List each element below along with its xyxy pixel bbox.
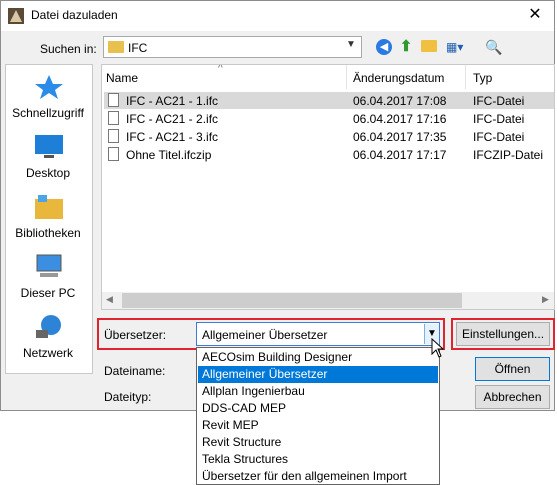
translator-option[interactable]: Allplan Ingenierbau bbox=[198, 383, 438, 400]
file-icon bbox=[108, 111, 119, 125]
file-type: IFC-Datei bbox=[473, 94, 525, 108]
translator-option[interactable]: Tekla Structures bbox=[198, 451, 438, 468]
table-row[interactable]: IFC - AC21 - 2.ifc 06.04.2017 17:16 IFC-… bbox=[104, 110, 554, 127]
translator-option-selected[interactable]: Allgemeiner Übersetzer bbox=[198, 366, 438, 383]
translator-option[interactable]: Übersetzer für den allgemeinen Import bbox=[198, 468, 438, 485]
file-name: IFC - AC21 - 1.ifc bbox=[126, 94, 219, 108]
place-quickaccess[interactable]: Schnellzugriff bbox=[5, 106, 91, 120]
back-icon[interactable]: ◀ bbox=[376, 39, 392, 55]
sort-arrow-icon: ^ bbox=[218, 64, 223, 74]
translator-label: Übersetzer: bbox=[104, 328, 167, 342]
folder-icon bbox=[108, 41, 124, 53]
filename-label: Dateiname: bbox=[104, 364, 166, 378]
place-this-pc[interactable]: Dieser PC bbox=[5, 286, 91, 300]
column-divider bbox=[465, 65, 466, 89]
new-folder-icon[interactable] bbox=[421, 40, 437, 52]
translator-option[interactable]: Revit Structure bbox=[198, 434, 438, 451]
column-divider bbox=[346, 65, 347, 89]
file-type: IFC-Datei bbox=[473, 112, 525, 126]
horizontal-scrollbar[interactable]: ◀ ▶ bbox=[102, 292, 554, 309]
desktop-icon bbox=[35, 135, 63, 158]
file-type: IFC-Datei bbox=[473, 130, 525, 144]
chevron-down-icon[interactable]: ▼ bbox=[346, 39, 356, 50]
table-row[interactable]: IFC - AC21 - 3.ifc 06.04.2017 17:35 IFC-… bbox=[104, 128, 554, 145]
place-desktop[interactable]: Desktop bbox=[5, 166, 91, 180]
preview-icon[interactable]: 🔍 bbox=[485, 38, 503, 56]
scrollbar-thumb[interactable] bbox=[122, 293, 462, 308]
file-date: 06.04.2017 17:08 bbox=[353, 94, 447, 108]
open-button[interactable]: Öffnen bbox=[475, 357, 550, 381]
app-icon bbox=[8, 8, 24, 24]
file-date: 06.04.2017 17:16 bbox=[353, 112, 447, 126]
translator-value: Allgemeiner Übersetzer bbox=[202, 328, 328, 342]
column-header-date[interactable]: Änderungsdatum bbox=[353, 71, 444, 85]
file-name: IFC - AC21 - 3.ifc bbox=[126, 130, 219, 144]
up-folder-icon[interactable]: ⬆ bbox=[398, 38, 414, 56]
lookin-label: Suchen in: bbox=[40, 42, 97, 56]
cancel-button[interactable]: Abbrechen bbox=[475, 385, 550, 409]
column-header-type[interactable]: Typ bbox=[473, 71, 492, 85]
file-date: 06.04.2017 17:35 bbox=[353, 130, 447, 144]
network-icon bbox=[36, 315, 61, 338]
translator-dropdown-list: AECOsim Building Designer Allgemeiner Üb… bbox=[196, 347, 440, 485]
star-icon bbox=[35, 75, 63, 99]
translator-option[interactable]: AECOsim Building Designer bbox=[198, 349, 438, 366]
library-icon bbox=[35, 195, 63, 219]
settings-button[interactable]: Einstellungen... bbox=[456, 322, 550, 346]
file-icon bbox=[108, 93, 119, 107]
table-row[interactable]: Ohne Titel.ifczip 06.04.2017 17:17 IFCZI… bbox=[104, 146, 554, 163]
file-date: 06.04.2017 17:17 bbox=[353, 148, 447, 162]
scroll-right-icon[interactable]: ▶ bbox=[542, 294, 549, 305]
place-network[interactable]: Netzwerk bbox=[5, 346, 91, 360]
file-list: ^ Name Änderungsdatum Typ IFC - AC21 - 1… bbox=[101, 64, 555, 310]
place-libraries[interactable]: Bibliotheken bbox=[5, 226, 91, 240]
column-header-name[interactable]: Name bbox=[106, 71, 138, 85]
file-icon bbox=[108, 147, 119, 161]
view-menu-icon[interactable]: ▦▾ bbox=[446, 39, 472, 55]
translator-option[interactable]: DDS-CAD MEP bbox=[198, 400, 438, 417]
close-icon[interactable]: ✕ bbox=[520, 3, 550, 27]
filetype-label: Dateityp: bbox=[104, 390, 152, 404]
file-type: IFCZIP-Datei bbox=[473, 148, 544, 162]
file-name: IFC - AC21 - 2.ifc bbox=[126, 112, 219, 126]
lookin-value: IFC bbox=[128, 41, 148, 55]
window-title: Datei dazuladen bbox=[31, 8, 118, 22]
file-name: Ohne Titel.ifczip bbox=[126, 148, 212, 162]
table-row[interactable]: IFC - AC21 - 1.ifc 06.04.2017 17:08 IFC-… bbox=[104, 92, 554, 109]
computer-icon bbox=[36, 254, 62, 277]
scroll-left-icon[interactable]: ◀ bbox=[106, 294, 113, 305]
mouse-cursor-icon bbox=[431, 338, 445, 358]
file-icon bbox=[108, 129, 119, 143]
translator-option[interactable]: Revit MEP bbox=[198, 417, 438, 434]
